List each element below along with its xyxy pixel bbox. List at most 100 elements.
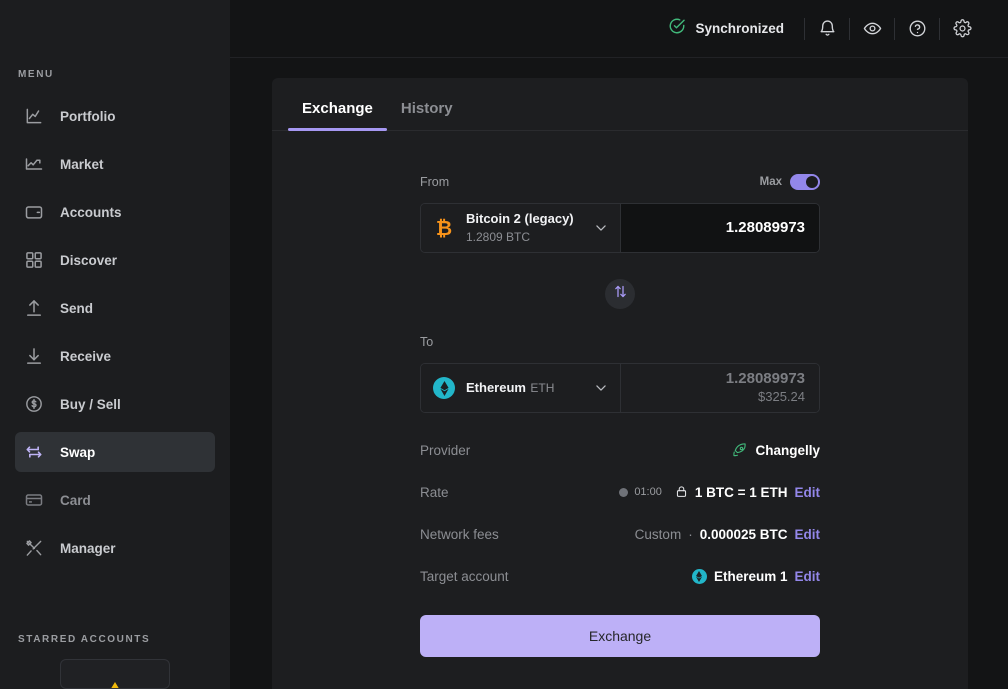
to-field-header: To [420, 331, 820, 353]
to-combo: Ethereum ETH 1.28089973 $325.24 [420, 363, 820, 413]
toggle-knob [806, 176, 818, 188]
card-icon [24, 490, 44, 510]
sidebar-item-manager[interactable]: Manager [15, 528, 215, 568]
sidebar-section-menu-label: MENU [18, 69, 54, 80]
from-currency-name: Bitcoin 2 (legacy) [466, 211, 574, 226]
arrow-up-icon [24, 298, 44, 318]
app-window: MENU Portfolio Market Accounts Discover … [0, 0, 1008, 689]
lock-icon [675, 485, 688, 500]
ethereum-icon [433, 377, 455, 399]
sidebar-item-label: Manager [60, 540, 116, 556]
help-circle-icon[interactable] [895, 9, 939, 49]
summary-row-target-account: Target account Ethereum 1 Edit [420, 565, 820, 587]
gear-icon[interactable] [940, 9, 984, 49]
max-label: Max [759, 176, 782, 188]
to-currency-select[interactable]: Ethereum ETH [421, 364, 621, 412]
summary-key: Provider [420, 442, 471, 458]
tab-exchange[interactable]: Exchange [288, 100, 387, 131]
timer-dot-icon [619, 487, 629, 497]
bitcoin-icon: ₿ [435, 216, 453, 240]
sidebar-item-buy-sell[interactable]: Buy / Sell [15, 384, 215, 424]
sidebar-nav: Portfolio Market Accounts Discover Send … [0, 92, 230, 572]
max-toggle[interactable] [790, 174, 820, 190]
to-currency-name: Ethereum [466, 380, 526, 395]
exchange-submit-button[interactable]: Exchange [420, 615, 820, 657]
sidebar-item-label: Send [60, 300, 94, 316]
tools-icon [24, 538, 44, 558]
to-currency-ticker: ETH [530, 381, 555, 395]
sidebar-item-label: Card [60, 492, 91, 508]
chevron-down-icon [594, 381, 608, 395]
summary-row-provider: Provider Changelly [420, 439, 820, 461]
panel-tabs: Exchange History [272, 78, 968, 131]
rate-timer: 01:00 [619, 486, 662, 498]
fee-edit-link[interactable]: Edit [795, 527, 821, 542]
from-amount-input[interactable]: 1.28089973 [621, 204, 819, 252]
triangle-icon [104, 682, 126, 688]
sync-status: Synchronized [668, 17, 784, 40]
topbar: Synchronized [230, 0, 1008, 58]
panel-wrapper: Exchange History From Max ₿ Bitcoin 2 (l… [230, 58, 1008, 689]
summary-key: Network fees [420, 526, 499, 542]
swap-summary: Provider Changelly Rate 01:00 1 BTC = 1 … [420, 439, 820, 587]
sidebar-item-label: Swap [60, 444, 96, 460]
summary-row-network-fees: Network fees Custom · 0.000025 BTC Edit [420, 523, 820, 545]
sidebar-item-send[interactable]: Send [15, 288, 215, 328]
from-currency-select[interactable]: ₿ Bitcoin 2 (legacy) 1.2809 BTC [421, 204, 621, 252]
sidebar: MENU Portfolio Market Accounts Discover … [0, 0, 230, 689]
sidebar-item-label: Buy / Sell [60, 396, 121, 412]
check-circle-icon [668, 17, 686, 40]
to-label: To [420, 335, 434, 349]
bell-icon[interactable] [805, 9, 849, 49]
from-currency-balance: 1.2809 BTC [466, 230, 531, 244]
starred-account-card[interactable] [60, 659, 170, 689]
ethereum-icon [691, 568, 707, 584]
rocket-icon [731, 442, 748, 459]
max-toggle-group[interactable]: Max [760, 174, 820, 190]
rate-timer-value: 01:00 [634, 486, 662, 498]
dollar-circle-icon [24, 394, 44, 414]
chevron-down-icon [594, 221, 608, 235]
sidebar-item-label: Receive [60, 348, 112, 364]
provider-name: Changelly [755, 442, 820, 458]
sidebar-item-receive[interactable]: Receive [15, 336, 215, 376]
sidebar-item-label: Discover [60, 252, 118, 268]
sidebar-item-card[interactable]: Card [15, 480, 215, 520]
swap-icon [24, 442, 44, 462]
eye-icon[interactable] [850, 9, 894, 49]
to-currency-text: Ethereum ETH [466, 379, 583, 397]
summary-value-group: Changelly [731, 442, 820, 459]
sidebar-item-portfolio[interactable]: Portfolio [15, 96, 215, 136]
summary-row-rate: Rate 01:00 1 BTC = 1 ETH Edit [420, 481, 820, 503]
exchange-panel: Exchange History From Max ₿ Bitcoin 2 (l… [272, 78, 968, 689]
chart-line-icon [24, 106, 44, 126]
trending-up-icon [24, 154, 44, 174]
sidebar-item-label: Accounts [60, 204, 122, 220]
sidebar-item-market[interactable]: Market [15, 144, 215, 184]
summary-key: Rate [420, 484, 449, 500]
to-amount-value: 1.28089973 [725, 370, 805, 388]
summary-key: Target account [420, 568, 509, 584]
tab-history[interactable]: History [387, 100, 467, 130]
rate-edit-link[interactable]: Edit [795, 485, 821, 500]
wallet-icon [24, 202, 44, 222]
rate-value: 1 BTC = 1 ETH [694, 484, 788, 500]
swap-direction-row [420, 279, 820, 309]
fee-separator: · [688, 526, 693, 542]
sidebar-section-starred-label: STARRED ACCOUNTS [18, 634, 151, 645]
main-area: Synchronized Exchange History From Max ₿… [230, 0, 1008, 689]
sidebar-item-discover[interactable]: Discover [15, 240, 215, 280]
swap-vertical-icon [613, 284, 628, 304]
summary-value-group: Ethereum 1 Edit [691, 568, 821, 584]
summary-value-group: Custom · 0.000025 BTC Edit [635, 527, 820, 542]
from-currency-text: Bitcoin 2 (legacy) 1.2809 BTC [466, 210, 583, 246]
to-amount-input[interactable]: 1.28089973 $325.24 [621, 364, 819, 412]
sidebar-item-swap[interactable]: Swap [15, 432, 215, 472]
sidebar-item-label: Portfolio [60, 108, 116, 124]
target-account-name: Ethereum 1 [713, 568, 788, 584]
target-account-edit-link[interactable]: Edit [795, 569, 821, 584]
swap-direction-button[interactable] [605, 279, 635, 309]
tab-label: History [400, 100, 453, 117]
from-amount-value: 1.28089973 [725, 218, 805, 236]
sidebar-item-accounts[interactable]: Accounts [15, 192, 215, 232]
